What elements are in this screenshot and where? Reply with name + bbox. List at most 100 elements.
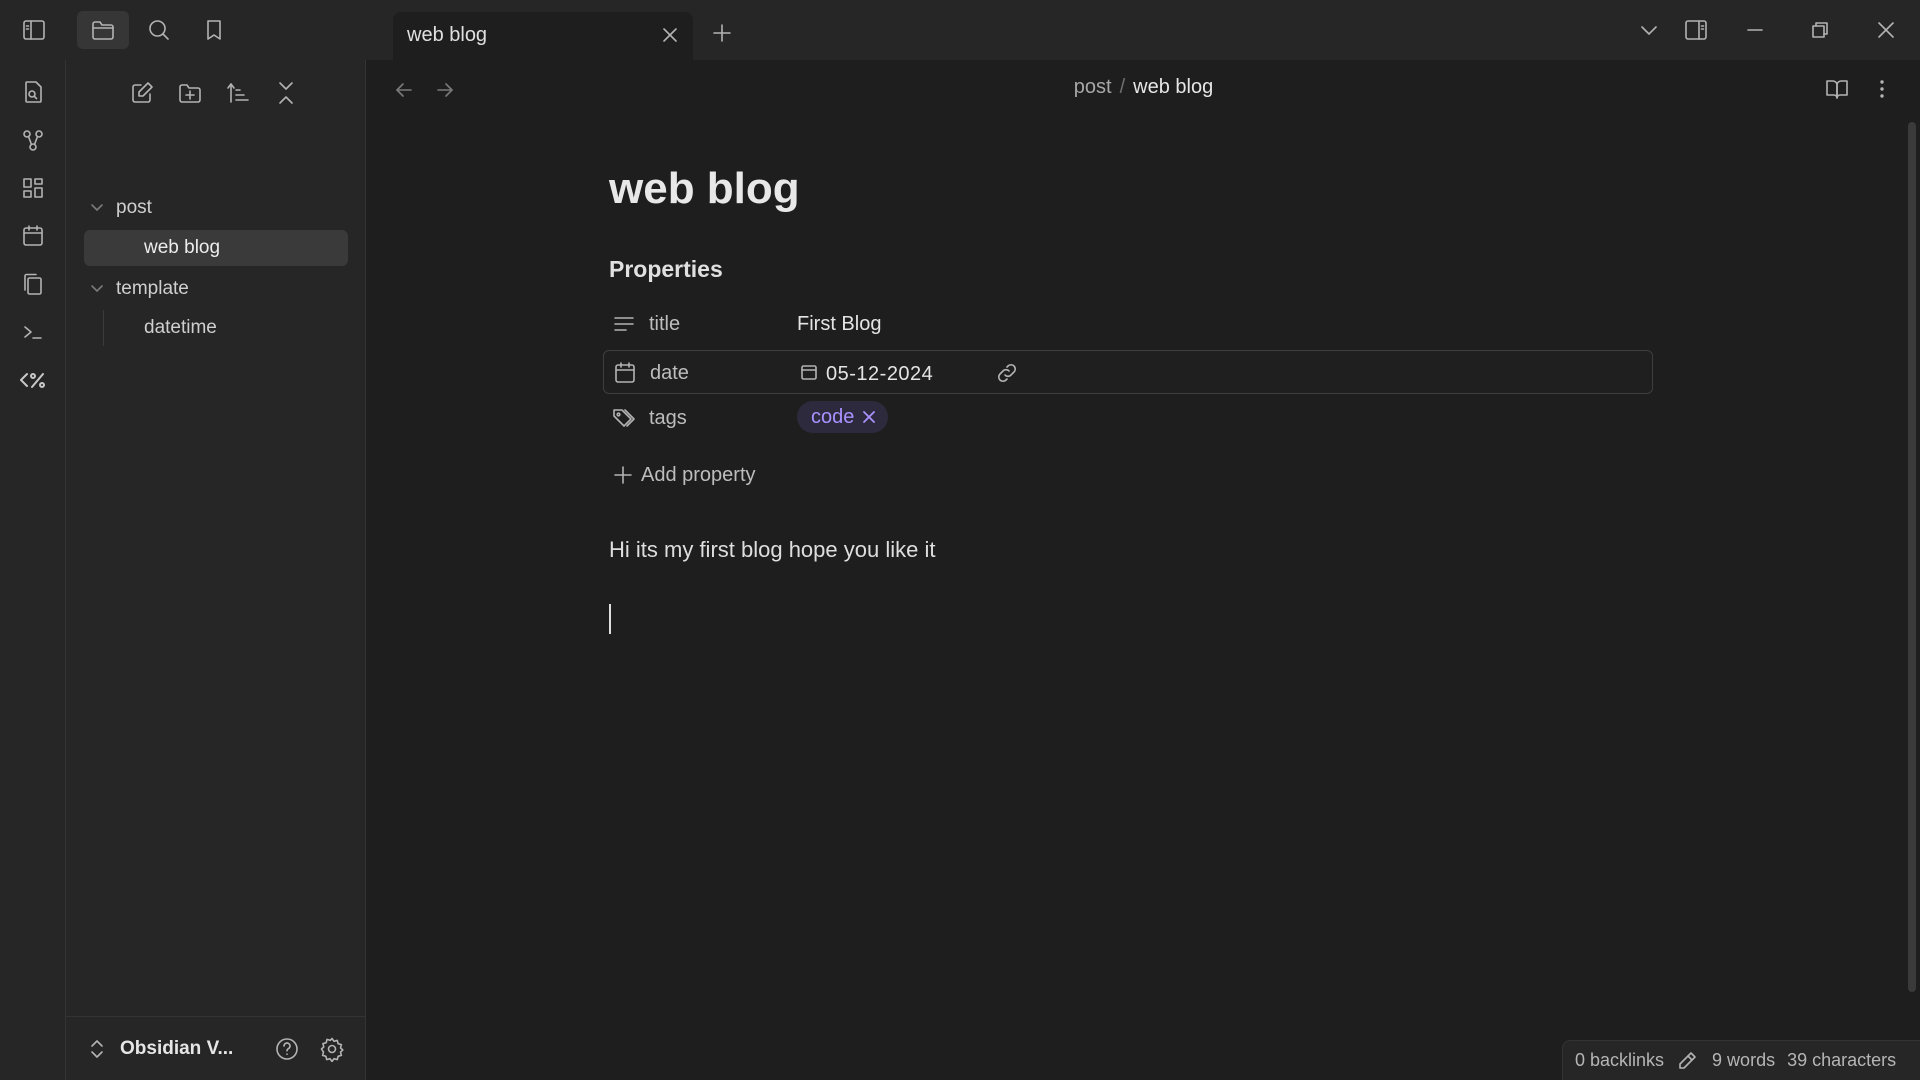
property-key[interactable]: title <box>649 313 680 336</box>
help-circle-icon <box>276 1038 298 1060</box>
bookmarks-button[interactable] <box>188 11 240 49</box>
text-lines-icon <box>611 311 637 337</box>
edit-mode-icon[interactable] <box>1676 1050 1698 1072</box>
word-count: 9 words <box>1712 1050 1776 1070</box>
tab-close-button[interactable] <box>657 22 683 48</box>
restore-icon <box>1812 22 1828 38</box>
close-icon <box>1878 22 1894 38</box>
collapse-all-button[interactable] <box>269 76 303 110</box>
tab-list-button[interactable] <box>1629 12 1669 48</box>
open-quick-switcher-button[interactable] <box>15 74 51 110</box>
breadcrumb-separator: / <box>1119 76 1126 98</box>
vault-switcher[interactable]: Obsidian V... <box>88 1035 233 1063</box>
insert-template-button[interactable] <box>15 266 51 302</box>
plus-icon <box>614 466 632 484</box>
date-picker-icon[interactable] <box>798 361 820 383</box>
file-label: datetime <box>144 317 217 338</box>
more-options-button[interactable] <box>1866 73 1898 105</box>
text-cursor <box>609 604 611 634</box>
plus-icon <box>713 24 731 42</box>
file-explorer-panel: post web blog template datetime Obsidian… <box>66 60 366 1080</box>
copy-files-icon <box>24 273 42 295</box>
property-row-title[interactable]: title First Blog <box>603 302 1653 346</box>
folder-plus-icon <box>179 84 201 103</box>
property-value[interactable]: First Blog <box>797 313 881 336</box>
open-command-palette-button[interactable] <box>15 314 51 350</box>
properties-heading[interactable]: Properties <box>609 256 723 283</box>
folder-icon <box>92 21 114 40</box>
folder-label: template <box>116 278 189 299</box>
terminal-icon <box>24 326 42 339</box>
link-icon[interactable] <box>994 360 1020 386</box>
help-button[interactable] <box>272 1034 302 1064</box>
reading-view-button[interactable] <box>1821 73 1853 105</box>
new-tab-button[interactable] <box>707 18 737 48</box>
tab-web-blog[interactable]: web blog <box>393 12 693 60</box>
close-icon <box>863 411 876 423</box>
editor-pane: post / web blog web blog Properties title … <box>367 60 1920 1080</box>
gear-icon <box>320 1037 344 1062</box>
property-row-tags[interactable]: tags code <box>603 396 1653 440</box>
file-datetime[interactable]: datetime <box>84 310 348 346</box>
status-bar: 0 backlinks 9 words 39 characters <box>1562 1040 1920 1080</box>
add-property-button[interactable]: Add property <box>613 460 756 490</box>
new-folder-button[interactable] <box>173 76 207 110</box>
ribbon <box>0 60 66 1080</box>
toggle-left-sidebar-button[interactable] <box>8 11 60 49</box>
scrollbar[interactable] <box>1908 122 1916 992</box>
open-canvas-button[interactable] <box>15 170 51 206</box>
property-key[interactable]: tags <box>649 407 687 430</box>
settings-button[interactable] <box>317 1034 347 1064</box>
templater-icon <box>20 373 45 388</box>
restore-window-button[interactable] <box>1800 12 1840 48</box>
vault-bar: Obsidian V... <box>66 1016 366 1080</box>
minimize-window-button[interactable] <box>1735 12 1775 48</box>
folder-template[interactable]: template <box>86 273 189 305</box>
character-count: 39 characters <box>1787 1050 1897 1070</box>
breadcrumb-parent[interactable]: post <box>1074 76 1112 98</box>
folder-label: post <box>116 197 152 218</box>
close-icon <box>663 28 677 42</box>
breadcrumb-current[interactable]: web blog <box>1133 76 1213 98</box>
file-web-blog[interactable]: web blog <box>84 230 348 266</box>
chevrons-up-down-icon <box>91 1040 103 1058</box>
tag-pill[interactable]: code <box>797 401 889 433</box>
date-value-input[interactable]: 05-12-2024 <box>826 363 933 386</box>
breadcrumb: post / web blog <box>367 76 1920 99</box>
calendar-icon <box>612 360 638 386</box>
change-sort-order-button[interactable] <box>221 76 255 110</box>
sidebar-left-icon <box>23 20 45 40</box>
backlinks-count[interactable]: 0 backlinks <box>1575 1050 1664 1071</box>
folder-post[interactable]: post <box>86 192 152 224</box>
templater-button[interactable] <box>15 362 51 398</box>
chevrons-collapse-icon <box>279 82 293 104</box>
add-property-label: Add property <box>641 463 756 486</box>
open-graph-view-button[interactable] <box>15 122 51 158</box>
chevron-down-icon <box>91 285 103 292</box>
file-search-icon <box>25 81 42 103</box>
search-button[interactable] <box>133 11 185 49</box>
note-body-text[interactable]: Hi its my first blog hope you like it <box>609 537 935 563</box>
note-title[interactable]: web blog <box>609 164 800 214</box>
tab-title: web blog <box>407 24 488 46</box>
sort-ascending-icon <box>227 83 249 103</box>
book-open-icon <box>1826 80 1848 99</box>
layout-dashboard-icon <box>23 178 43 198</box>
tags-icon <box>611 405 637 431</box>
tag-label: code <box>811 405 855 428</box>
open-daily-note-button[interactable] <box>15 218 51 254</box>
close-window-button[interactable] <box>1866 12 1906 48</box>
file-label: web blog <box>144 237 221 258</box>
tag-remove-button[interactable] <box>860 408 878 426</box>
edit-icon <box>132 82 153 103</box>
file-explorer-button[interactable] <box>77 11 129 49</box>
calendar-icon <box>23 225 43 246</box>
toggle-right-sidebar-button[interactable] <box>1676 12 1716 48</box>
graph-icon <box>23 130 43 151</box>
property-row-date[interactable]: date 05-12-2024 <box>603 350 1653 394</box>
property-key[interactable]: date <box>650 362 689 385</box>
bookmark-icon <box>207 20 221 40</box>
chevron-down-icon <box>1641 26 1657 35</box>
new-note-button[interactable] <box>125 76 159 110</box>
sidebar-right-icon <box>1685 20 1707 40</box>
